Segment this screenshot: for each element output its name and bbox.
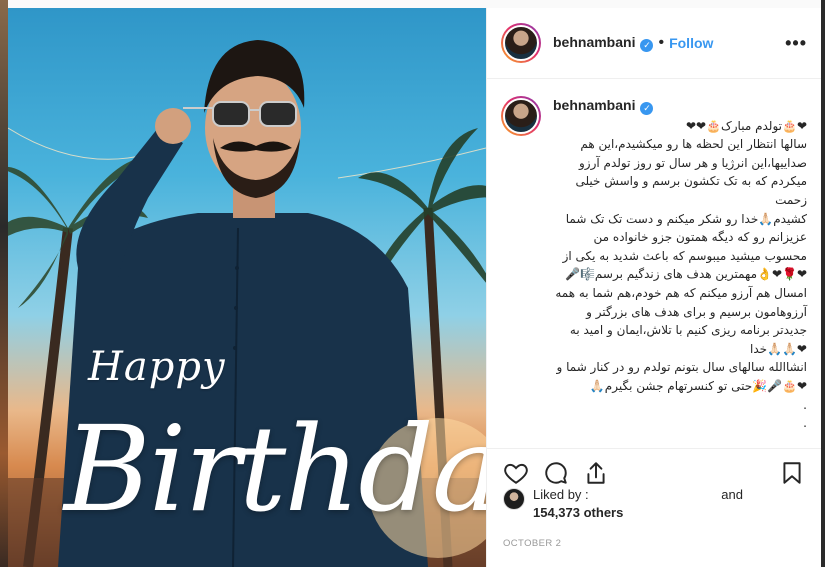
caption-avatar[interactable]: [503, 98, 539, 134]
verified-badge-icon: ✓: [640, 101, 654, 115]
verified-badge-icon: ✓: [640, 39, 654, 52]
birthday-text: Birthday: [64, 400, 486, 538]
caption-username[interactable]: behnambani ✓: [553, 96, 807, 115]
heart-icon[interactable]: [503, 460, 529, 486]
liked-by-colon: :: [585, 487, 589, 502]
caption: behnambani ✓ ❤🎂تولدم مبارک🎂❤❤ سالها انتظا…: [501, 96, 807, 438]
likes-count-link[interactable]: 154,373 others: [533, 504, 743, 522]
share-icon[interactable]: [583, 460, 609, 486]
liked-by-prefix: Liked by: [533, 487, 582, 502]
avatar[interactable]: [503, 25, 539, 61]
comment-icon[interactable]: [543, 460, 569, 486]
comments-area[interactable]: behnambani ✓ ❤🎂تولدم مبارک🎂❤❤ سالها انتظا…: [487, 80, 821, 438]
and-label: and: [721, 487, 743, 502]
happy-text: Happy: [88, 344, 226, 390]
liked-by-label: Liked by :: [533, 486, 589, 504]
post-header: behnambani ✓ • Follow •••: [487, 8, 821, 79]
background-left-edge: [0, 0, 8, 567]
liker-avatar[interactable]: [503, 488, 525, 510]
likes-text: Liked by : and 154,373 others: [533, 486, 743, 522]
post-image[interactable]: Happy Birthday: [8, 8, 486, 567]
post-date[interactable]: OCTOBER 2: [503, 538, 561, 549]
more-options-icon[interactable]: •••: [785, 33, 807, 54]
follow-button[interactable]: Follow: [669, 35, 713, 51]
separator-dot: •: [658, 34, 665, 51]
header-username[interactable]: behnambani ✓: [553, 34, 654, 52]
username-text[interactable]: behnambani: [553, 34, 635, 50]
caption-username-text[interactable]: behnambani: [553, 97, 635, 113]
profile-avatar-ring[interactable]: [501, 23, 541, 63]
caption-body: behnambani ✓ ❤🎂تولدم مبارک🎂❤❤ سالها انتظا…: [553, 96, 807, 438]
bookmark-icon[interactable]: [779, 460, 805, 486]
background-right-edge: [821, 0, 825, 567]
post-side-panel: behnambani ✓ • Follow ••• behnambani ✓ ❤🎂ت…: [486, 8, 821, 567]
likes-section: Liked by : and 154,373 others: [503, 486, 805, 522]
likes-line: Liked by : and: [533, 486, 743, 504]
caption-avatar-ring[interactable]: [501, 96, 541, 136]
caption-text: ❤🎂تولدم مبارک🎂❤❤ سالها انتظار این لحظه ه…: [555, 118, 807, 438]
